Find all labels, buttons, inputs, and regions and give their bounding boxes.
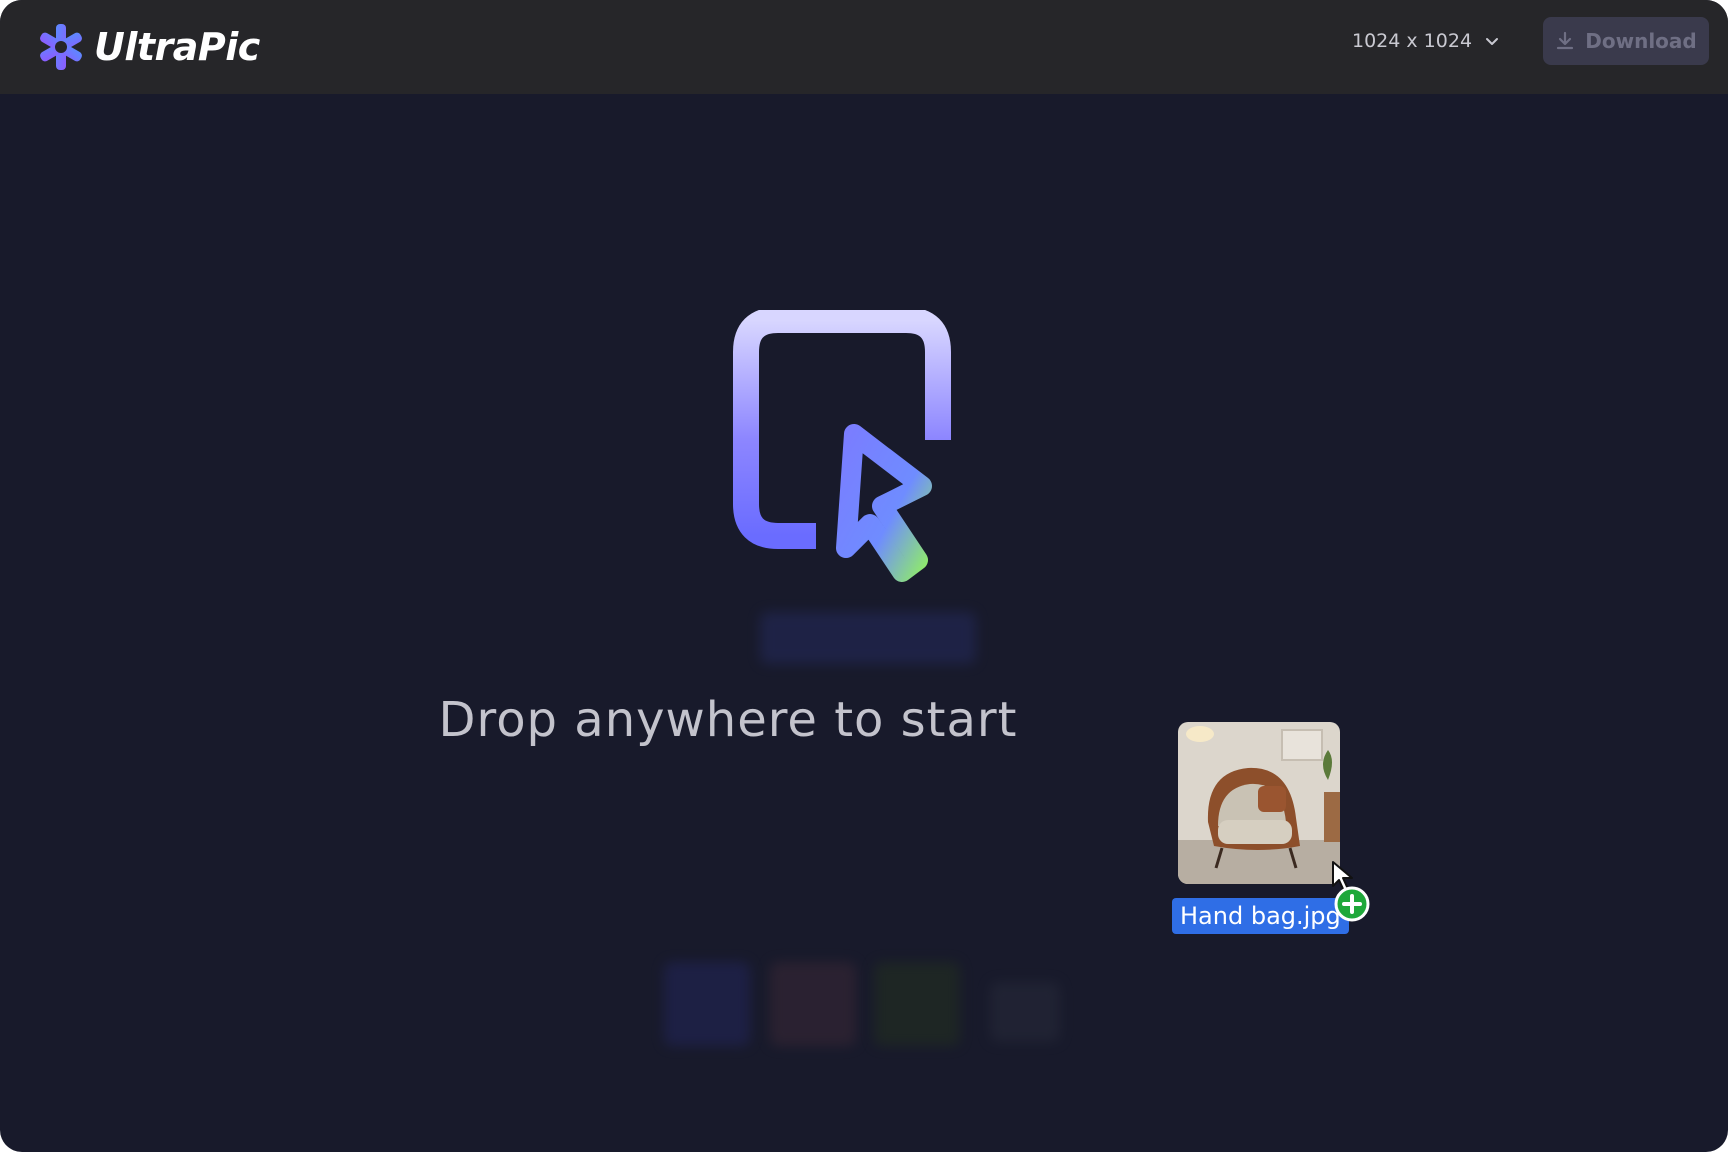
app-name: UltraPic [94,25,260,69]
chevron-down-icon [1486,38,1499,45]
top-bar: UltraPic 1024 x 1024 Download [0,0,1728,94]
ghost-sample-thumb-3 [874,962,960,1046]
ghost-sample-thumb-4 [990,982,1060,1042]
dragged-image-thumbnail [1178,722,1340,884]
brand[interactable]: UltraPic [36,22,260,72]
download-icon [1557,31,1574,50]
dragged-file-name: Hand bag.jpg [1172,898,1349,934]
ghost-sample-thumb-1 [664,962,750,1046]
ghost-upload-button [760,612,976,664]
download-label: Download [1585,29,1697,53]
image-size-value: 1024 x 1024 [1352,30,1473,52]
snowflake-gear-icon [40,24,82,70]
cursor-click-icon [733,310,951,582]
download-button[interactable]: Download [1543,17,1709,65]
ghost-sample-thumb-2 [770,962,856,1046]
app-window[interactable]: UltraPic 1024 x 1024 Download Drop anywh… [0,0,1728,1152]
drop-prompt: Drop anywhere to start [438,692,1018,748]
image-size-select[interactable]: 1024 x 1024 [1352,22,1500,60]
plus-icon [1334,886,1370,922]
